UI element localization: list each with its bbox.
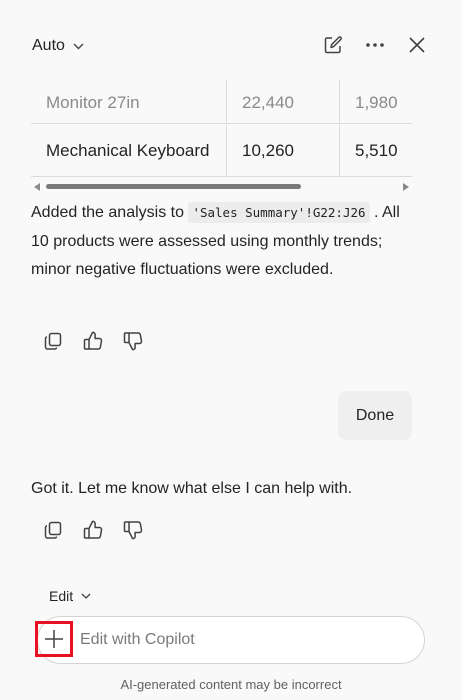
copy-button[interactable] [40, 328, 66, 354]
cell-reference-code: 'Sales Summary'!G22:J26 [188, 202, 370, 223]
thumbs-up-icon [83, 520, 103, 539]
thumbs-up-button[interactable] [80, 517, 106, 543]
message-text: Got it. Let me know what else I can help… [31, 480, 353, 497]
close-icon [409, 37, 425, 53]
table-cell: Mechanical Keyboard [31, 125, 227, 176]
add-attachment-button[interactable] [35, 621, 73, 657]
plus-icon [45, 630, 63, 648]
table-cell: 10,260 [227, 125, 340, 176]
ai-disclaimer: AI-generated content may be incorrect [120, 677, 342, 692]
user-message-text: Done [355, 406, 395, 424]
message-text: Added the analysis to [31, 204, 189, 221]
user-message-bubble: Done [338, 391, 412, 440]
mode-dropdown[interactable]: Auto [32, 34, 84, 58]
assistant-message: Added the analysis to 'Sales Summary'!G2… [31, 199, 411, 285]
thumbs-down-icon [123, 521, 143, 540]
table-cell: Monitor 27in [31, 80, 227, 123]
table-cell: 5,510 [355, 140, 398, 160]
close-button[interactable] [404, 32, 430, 58]
more-options-button[interactable] [362, 32, 388, 58]
thumbs-up-icon [83, 331, 103, 350]
thumbs-down-button[interactable] [120, 328, 146, 354]
scroll-left-icon[interactable] [34, 183, 40, 191]
copy-button[interactable] [40, 517, 66, 543]
thumbs-down-button[interactable] [120, 517, 146, 543]
chevron-down-icon [73, 43, 84, 49]
copilot-input[interactable] [80, 628, 410, 652]
copy-icon [44, 521, 62, 539]
more-icon [366, 43, 384, 47]
copy-icon [44, 332, 62, 350]
message-actions [40, 517, 146, 543]
thumbs-down-icon [123, 332, 143, 351]
table-row: Mechanical Keyboard 10,260 5,510 [31, 125, 412, 177]
new-chat-icon [324, 36, 342, 54]
composer-mode-label: Edit [49, 588, 74, 604]
composer-mode-dropdown[interactable]: Edit [49, 586, 91, 606]
scroll-right-icon[interactable] [403, 183, 409, 191]
horizontal-scrollbar[interactable] [31, 180, 412, 194]
panel-header: Auto [0, 0, 462, 80]
mode-label: Auto [32, 37, 65, 54]
table-row: Monitor 27in 22,440 1,980 [31, 80, 412, 124]
thumbs-up-button[interactable] [80, 328, 106, 354]
message-actions [40, 328, 146, 354]
assistant-message: Got it. Let me know what else I can help… [31, 475, 411, 504]
scrollbar-thumb[interactable] [46, 184, 301, 189]
table-cell: 1,980 [355, 92, 398, 112]
table-cell: 22,440 [227, 80, 340, 123]
data-table: Monitor 27in 22,440 1,980 Mechanical Key… [31, 80, 412, 192]
new-chat-button[interactable] [320, 32, 346, 58]
chevron-down-icon [81, 593, 91, 599]
